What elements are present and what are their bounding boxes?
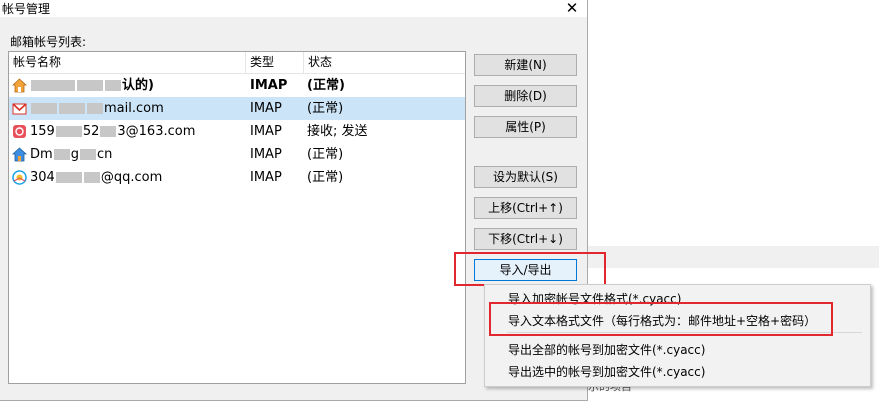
- netease-163-icon: [13, 125, 26, 138]
- redaction-mask: [59, 103, 85, 114]
- account-status: 接收; 发送: [307, 124, 368, 139]
- menu-item-export-selected[interactable]: 导出选中的帐号到加密文件(*.cyacc): [508, 363, 705, 380]
- house-icon: [12, 147, 27, 162]
- account-type: IMAP: [250, 78, 288, 93]
- set-default-button[interactable]: 设为默认(S): [474, 166, 577, 188]
- column-header-type[interactable]: 类型: [246, 52, 304, 73]
- move-up-button[interactable]: 上移(Ctrl+↑): [474, 197, 577, 219]
- redaction-mask: [83, 172, 100, 183]
- redaction-mask: [55, 126, 82, 137]
- redaction-mask: [55, 172, 82, 183]
- account-type: IMAP: [250, 170, 282, 185]
- redaction-mask: [105, 80, 121, 91]
- background-toolbar-strip: [588, 246, 879, 268]
- redaction-mask: [31, 103, 57, 114]
- account-row[interactable]: 159 52 3@163.com IMAP 接收; 发送: [9, 120, 465, 143]
- gmail-icon: [12, 103, 27, 115]
- import-export-button[interactable]: 导入/导出: [474, 259, 577, 281]
- menu-item-export-all[interactable]: 导出全部的帐号到加密文件(*.cyacc): [508, 341, 705, 358]
- account-row[interactable]: mail.com IMAP (正常): [9, 97, 465, 120]
- redaction-mask: [79, 149, 96, 160]
- account-list-label: 邮箱帐号列表:: [10, 35, 87, 49]
- move-down-button[interactable]: 下移(Ctrl+↓): [474, 228, 577, 250]
- dialog-titlebar: 帐号管理 ✕: [0, 0, 587, 17]
- account-status: (正常): [307, 101, 344, 116]
- account-row[interactable]: 304 @qq.com IMAP (正常): [9, 166, 465, 189]
- redaction-mask: [31, 80, 75, 91]
- dialog-title: 帐号管理: [2, 2, 51, 16]
- redaction-mask: [100, 126, 117, 137]
- house-icon: [12, 78, 27, 93]
- redaction-mask: [87, 103, 103, 114]
- account-name: 认的): [30, 74, 244, 97]
- import-export-menu: 导入加密帐号文件格式(*.cyacc) 导入文本格式文件（每行格式为：邮件地址+…: [484, 284, 871, 387]
- new-account-button[interactable]: 新建(N): [474, 54, 577, 76]
- qq-mail-icon: [12, 170, 27, 185]
- redaction-mask: [53, 149, 70, 160]
- account-status: (正常): [307, 147, 344, 162]
- column-header-name[interactable]: 帐号名称: [9, 52, 246, 73]
- menu-item-import-text[interactable]: 导入文本格式文件（每行格式为：邮件地址+空格+密码）: [508, 312, 816, 329]
- column-header-status[interactable]: 状态: [304, 52, 465, 73]
- account-list[interactable]: 帐号名称 类型 状态 认的) IMAP (正常) mail.com IMAP (…: [8, 51, 466, 384]
- account-row[interactable]: 认的) IMAP (正常): [9, 74, 465, 97]
- account-type: IMAP: [250, 101, 282, 116]
- account-list-header: 帐号名称 类型 状态: [9, 52, 465, 74]
- account-name: 304 @qq.com: [30, 170, 163, 185]
- account-status: (正常): [307, 170, 344, 185]
- delete-account-button[interactable]: 删除(D): [474, 85, 577, 107]
- account-row[interactable]: Dm g cn IMAP (正常): [9, 143, 465, 166]
- properties-button[interactable]: 属性(P): [474, 116, 577, 138]
- menu-separator: [507, 332, 862, 333]
- account-name: Dm g cn: [30, 147, 113, 162]
- account-name: 159 52 3@163.com: [30, 124, 196, 139]
- account-type: IMAP: [250, 124, 282, 139]
- redaction-mask: [77, 80, 103, 91]
- account-status: (正常): [307, 78, 345, 93]
- account-name: mail.com: [30, 97, 244, 120]
- account-type: IMAP: [250, 147, 282, 162]
- close-icon[interactable]: ✕: [560, 0, 584, 17]
- menu-item-import-encrypted[interactable]: 导入加密帐号文件格式(*.cyacc): [508, 290, 681, 307]
